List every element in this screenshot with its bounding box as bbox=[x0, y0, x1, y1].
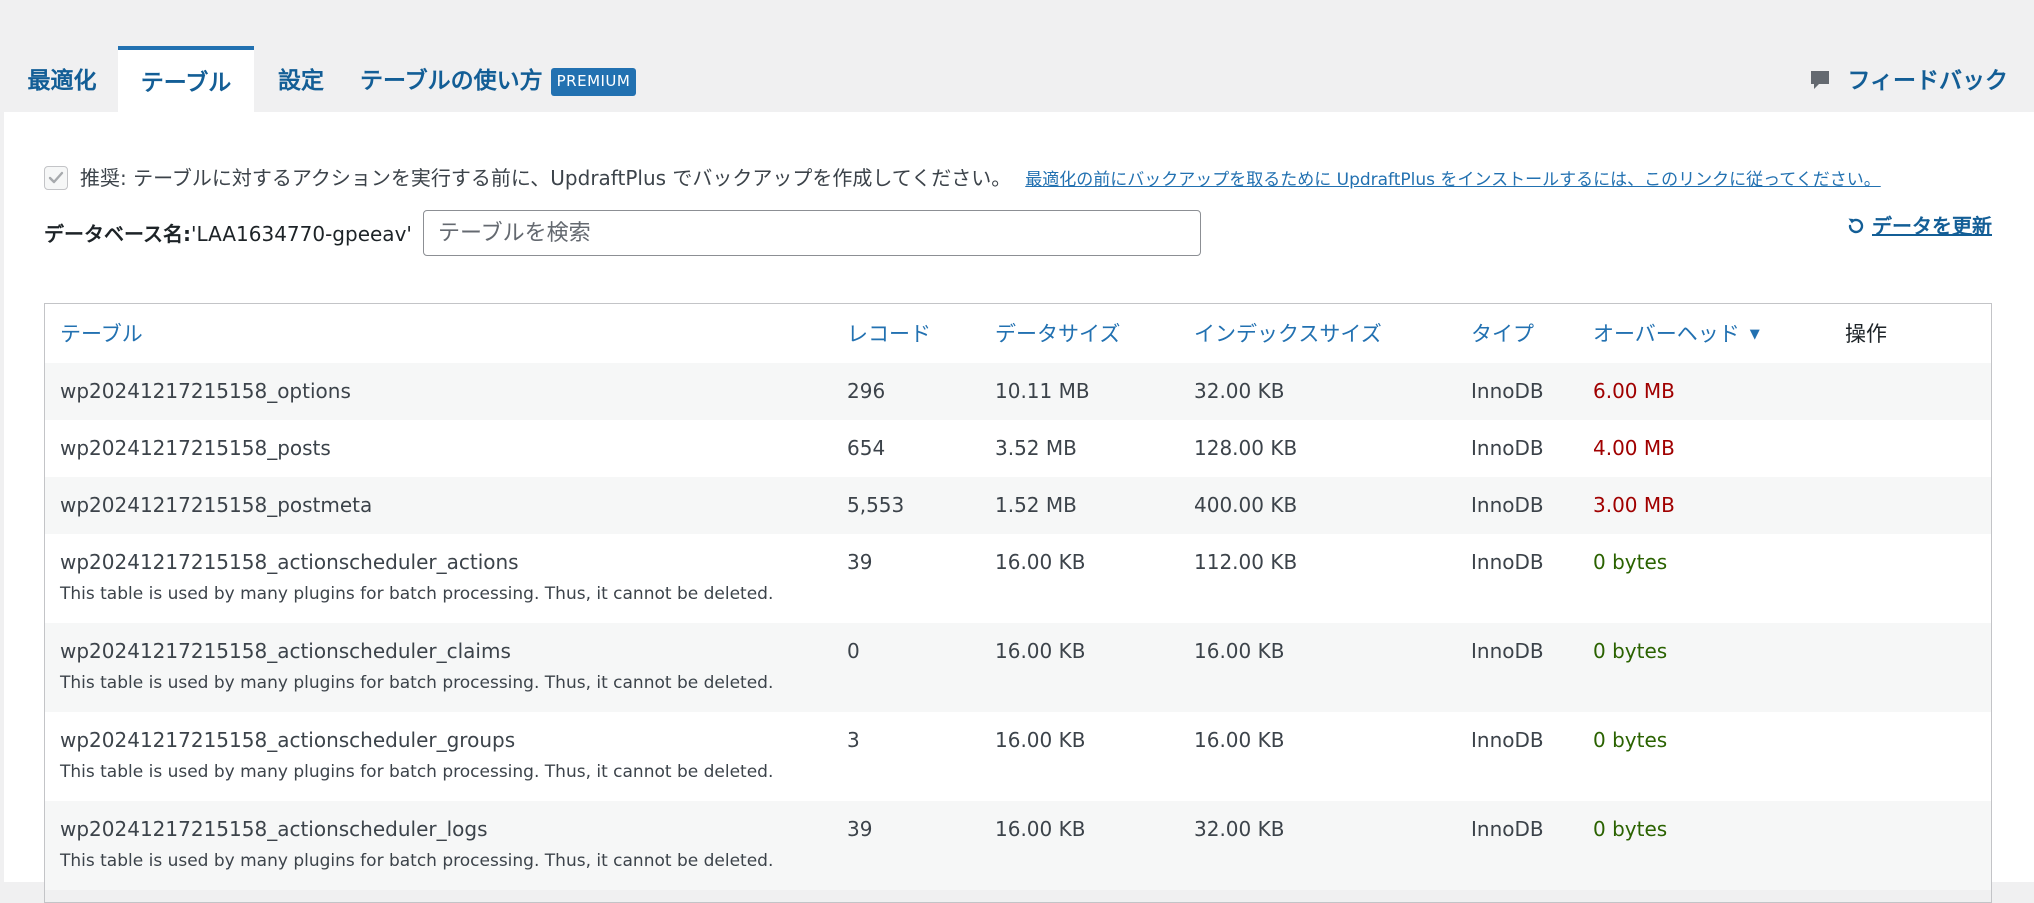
tab-bar: 最適化 テーブル 設定 テーブルの使い方 PREMIUM フィードバック bbox=[0, 0, 2034, 112]
feedback-link[interactable]: フィードバック bbox=[1809, 46, 2008, 112]
table-type: InnoDB bbox=[1471, 639, 1544, 663]
table-name: wp20241217215158_postmeta bbox=[60, 493, 373, 517]
record-count: 3 bbox=[847, 728, 860, 752]
overhead-value: 0 bytes bbox=[1593, 639, 1668, 663]
refresh-data-link[interactable]: データを更新 bbox=[1846, 210, 1992, 242]
tab-how-to-use-tables[interactable]: テーブルの使い方 PREMIUM bbox=[360, 46, 660, 112]
notice-text: 推奨: テーブルに対するアクションを実行する前に、UpdraftPlus でバッ… bbox=[80, 166, 1012, 190]
table-name: wp20241217215158_actionscheduler_logs bbox=[60, 817, 488, 841]
data-size: 1.52 MB bbox=[995, 493, 1077, 517]
table-note: This table is used by many plugins for b… bbox=[60, 762, 774, 782]
index-size: 16.00 KB bbox=[1194, 728, 1285, 752]
table-name: wp20241217215158_posts bbox=[60, 436, 331, 460]
tab-settings[interactable]: 設定 bbox=[262, 46, 340, 112]
table-type: InnoDB bbox=[1471, 817, 1544, 841]
record-count: 0 bbox=[847, 639, 860, 663]
index-size: 32.00 KB bbox=[1194, 817, 1285, 841]
table-name: wp20241217215158_actionscheduler_groups bbox=[60, 728, 516, 752]
overhead-value: 4.00 MB bbox=[1593, 436, 1675, 460]
overhead-value: 0 bytes bbox=[1593, 817, 1668, 841]
table-row: wp20241217215158_actionscheduler_actions… bbox=[45, 534, 1991, 623]
table-note: This table is used by many plugins for b… bbox=[60, 584, 774, 604]
data-size: 3.52 MB bbox=[995, 436, 1077, 460]
table-row: wp20241217215158_actionscheduler_claims … bbox=[45, 623, 1991, 712]
tables-list: テーブル レコード データサイズ インデックスサイズ タイプ オーバーヘッド ▼ … bbox=[44, 303, 1992, 903]
table-search-input[interactable] bbox=[423, 210, 1201, 256]
database-name: 'LAA1634770-gpeeav' bbox=[191, 222, 412, 246]
table-type: InnoDB bbox=[1471, 379, 1544, 403]
notice-checkbox[interactable] bbox=[44, 166, 68, 190]
table-header: テーブル レコード データサイズ インデックスサイズ タイプ オーバーヘッド ▼ … bbox=[45, 304, 1991, 364]
table-row: wp20241217215158_postmeta 5,553 1.52 MB … bbox=[45, 477, 1991, 534]
column-header-records[interactable]: レコード bbox=[847, 304, 931, 363]
table-note: This table is used by many plugins for b… bbox=[60, 673, 774, 693]
table-name: wp20241217215158_actionscheduler_claims bbox=[60, 639, 511, 663]
database-row: データベース名: 'LAA1634770-gpeeav' bbox=[44, 210, 1201, 258]
table-row: wp20241217215158_posts 654 3.52 MB 128.0… bbox=[45, 420, 1991, 477]
index-size: 16.00 KB bbox=[1194, 639, 1285, 663]
record-count: 654 bbox=[847, 436, 886, 460]
sort-descending-icon: ▼ bbox=[1749, 327, 1760, 342]
record-count: 296 bbox=[847, 379, 886, 403]
index-size: 112.00 KB bbox=[1194, 550, 1298, 574]
column-header-index-size[interactable]: インデックスサイズ bbox=[1194, 304, 1382, 363]
data-size: 16.00 KB bbox=[995, 728, 1086, 752]
column-header-overhead[interactable]: オーバーヘッド ▼ bbox=[1593, 304, 1760, 363]
overhead-value: 6.00 MB bbox=[1593, 379, 1675, 403]
tab-optimize[interactable]: 最適化 bbox=[12, 46, 112, 112]
backup-notice: 推奨: テーブルに対するアクションを実行する前に、UpdraftPlus でバッ… bbox=[44, 162, 1994, 194]
premium-badge: PREMIUM bbox=[550, 68, 637, 96]
overhead-value: 0 bytes bbox=[1593, 728, 1668, 752]
data-size: 10.11 MB bbox=[995, 379, 1090, 403]
data-size: 16.00 KB bbox=[995, 817, 1086, 841]
data-size: 16.00 KB bbox=[995, 639, 1086, 663]
table-note: This table is used by many plugins for b… bbox=[60, 851, 774, 871]
install-updraftplus-link[interactable]: 最適化の前にバックアップを取るために UpdraftPlus をインストールする… bbox=[1025, 170, 1881, 190]
record-count: 39 bbox=[847, 550, 873, 574]
tables-panel: 推奨: テーブルに対するアクションを実行する前に、UpdraftPlus でバッ… bbox=[4, 112, 2034, 903]
overhead-value: 0 bytes bbox=[1593, 550, 1668, 574]
feedback-label: フィードバック bbox=[1847, 68, 2008, 94]
database-label: データベース名: bbox=[44, 222, 191, 246]
column-header-type[interactable]: タイプ bbox=[1471, 304, 1534, 363]
table-row: wp20241217215158_actionscheduler_logs Th… bbox=[45, 801, 1991, 890]
table-type: InnoDB bbox=[1471, 493, 1544, 517]
record-count: 39 bbox=[847, 817, 873, 841]
checkmark-icon bbox=[48, 171, 64, 184]
refresh-label: データを更新 bbox=[1872, 214, 1992, 238]
tab-how-to-use-label: テーブルの使い方 bbox=[360, 68, 543, 94]
column-header-action: 操作 bbox=[1845, 322, 1887, 346]
column-header-table[interactable]: テーブル bbox=[60, 304, 143, 363]
table-row: wp20241217215158_actionscheduler_groups … bbox=[45, 712, 1991, 801]
table-type: InnoDB bbox=[1471, 550, 1544, 574]
table-type: InnoDB bbox=[1471, 436, 1544, 460]
table-row: wp20241217215158_options 296 10.11 MB 32… bbox=[45, 363, 1991, 420]
column-header-data-size[interactable]: データサイズ bbox=[995, 304, 1120, 363]
tab-tables[interactable]: テーブル bbox=[118, 46, 254, 112]
refresh-icon bbox=[1848, 218, 1864, 234]
index-size: 32.00 KB bbox=[1194, 379, 1285, 403]
table-name: wp20241217215158_options bbox=[60, 379, 351, 403]
data-size: 16.00 KB bbox=[995, 550, 1086, 574]
table-name: wp20241217215158_actionscheduler_actions bbox=[60, 550, 519, 574]
index-size: 128.00 KB bbox=[1194, 436, 1298, 460]
speech-bubble-icon bbox=[1811, 71, 1830, 89]
index-size: 400.00 KB bbox=[1194, 493, 1298, 517]
record-count: 5,553 bbox=[847, 493, 905, 517]
table-type: InnoDB bbox=[1471, 728, 1544, 752]
overhead-value: 3.00 MB bbox=[1593, 493, 1675, 517]
overhead-header-label: オーバーヘッド bbox=[1593, 322, 1740, 346]
